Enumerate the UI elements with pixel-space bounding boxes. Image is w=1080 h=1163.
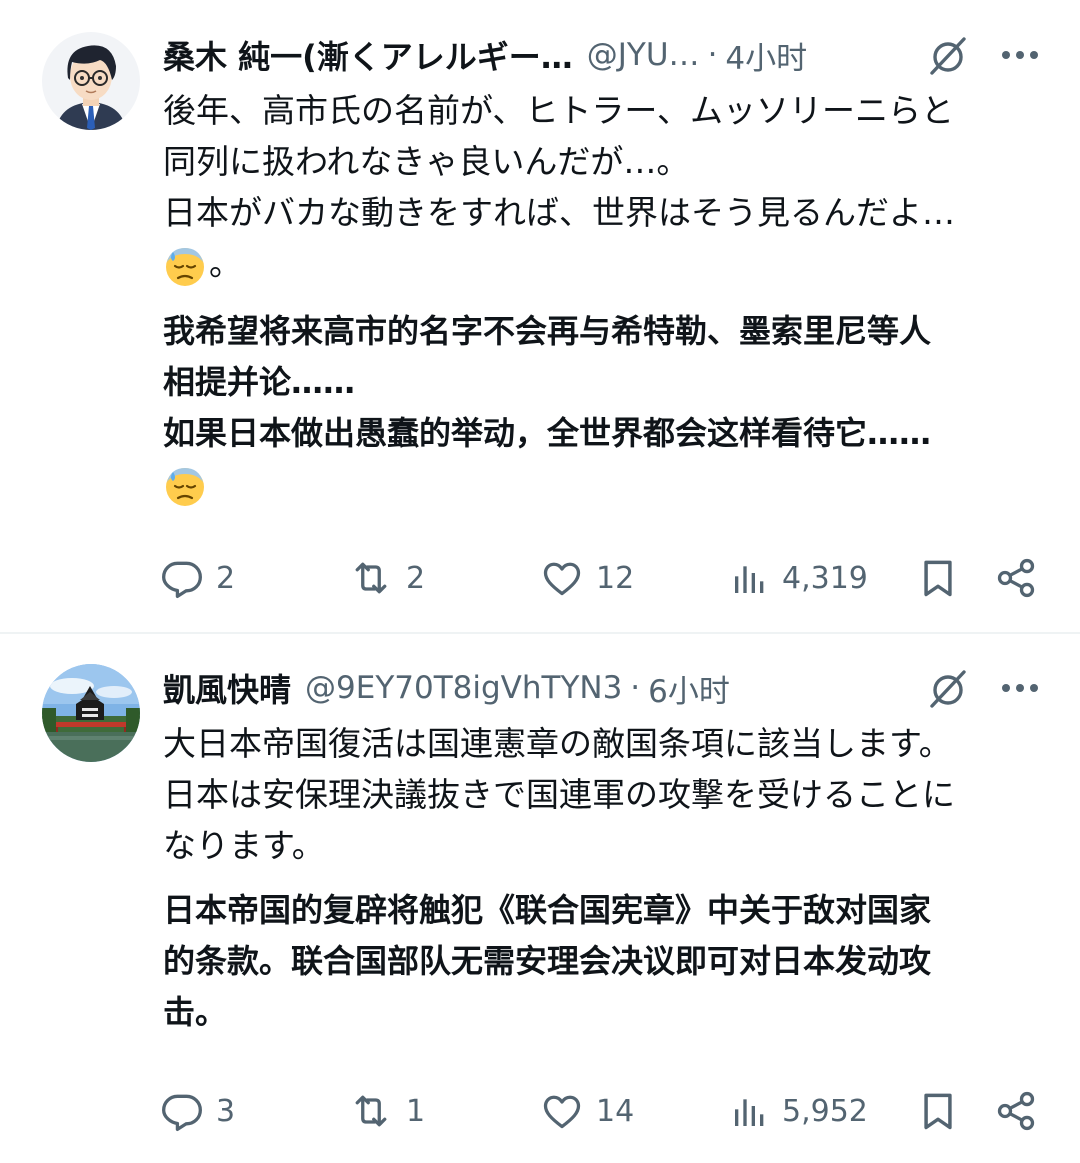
- avatar-image: [42, 32, 140, 130]
- tweet-text: 後年、高市氏の名前が、ヒトラー、ムッソリーニらと 同列に扱われなきゃ良いんだが……: [163, 85, 1053, 289]
- grok-icon[interactable]: [926, 33, 970, 77]
- share-button[interactable]: [994, 556, 1038, 600]
- reply-icon: [162, 561, 202, 598]
- avatar[interactable]: [42, 664, 140, 762]
- like-button[interactable]: 14: [540, 1089, 634, 1133]
- repost-button[interactable]: 2: [348, 556, 425, 600]
- views-button[interactable]: 4,319: [730, 558, 868, 598]
- views-count: 4,319: [782, 560, 868, 596]
- repost-icon: [355, 1095, 387, 1127]
- tweet-translation: 我希望将来高市的名字不会再与希特勒、墨索里尼等人 相提并论…… 如果日本做出愚蠢…: [163, 306, 1053, 510]
- avatar-image: [42, 664, 140, 762]
- reply-button[interactable]: 2: [160, 556, 235, 600]
- translation-line: 我希望将来高市的名字不会再与希特勒、墨索里尼等人: [163, 312, 932, 350]
- tweet-text: 大日本帝国復活は国連憲章の敵国条項に該当します。 日本は安保理決議抜きで国連軍の…: [163, 718, 1053, 871]
- text-line-emoji: 。: [163, 238, 1053, 289]
- timestamp[interactable]: 4小时: [725, 33, 807, 78]
- views-icon: [735, 1099, 764, 1126]
- author-name[interactable]: 凱風快晴: [163, 665, 291, 711]
- reply-button[interactable]: 3: [160, 1089, 235, 1133]
- author-handle[interactable]: @9EY70T8igVhTYN3: [305, 670, 622, 706]
- like-count: 14: [596, 1093, 635, 1129]
- share-icon: [997, 1091, 1035, 1131]
- tweet-header: 桑木 純一(漸くアレルギー… @JYU… · 4小时: [163, 30, 1060, 80]
- downcast-face-with-sweat-emoji: [163, 244, 207, 288]
- like-count: 12: [596, 560, 635, 596]
- repost-count: 1: [406, 1093, 426, 1129]
- repost-button[interactable]: 1: [348, 1089, 425, 1133]
- translation-line-emoji: [163, 459, 1053, 510]
- author-handle[interactable]: @JYU…: [587, 37, 700, 73]
- like-icon: [543, 562, 581, 596]
- translation-line: 的条款。联合国部队无需安理会决议即可对日本发动攻: [163, 942, 932, 980]
- text-line: 日本がバカな動きをすれば、世界はそう見るんだよ…: [163, 193, 955, 232]
- repost-count: 2: [406, 560, 426, 596]
- author-name[interactable]: 桑木 純一(漸くアレルギー…: [163, 32, 573, 78]
- share-icon: [997, 558, 1035, 598]
- bookmark-button[interactable]: [916, 1089, 960, 1133]
- grok-icon[interactable]: [926, 666, 970, 710]
- views-button[interactable]: 5,952: [730, 1091, 868, 1131]
- timestamp[interactable]: 6小时: [648, 666, 730, 711]
- repost-icon: [355, 562, 387, 594]
- bookmark-button[interactable]: [916, 556, 960, 600]
- more-icon[interactable]: [1000, 682, 1040, 694]
- tweet-translation: 日本帝国的复辟将触犯《联合国宪章》中关于敌对国家 的条款。联合国部队无需安理会决…: [163, 885, 1053, 1038]
- like-icon: [543, 1095, 581, 1129]
- tweet-header: 凱風快晴 @9EY70T8igVhTYN3 · 6小时: [163, 663, 1060, 713]
- views-icon: [735, 566, 764, 593]
- separator-dot: ·: [630, 670, 641, 706]
- tweet-actions: 3 1 14 5,952: [160, 1086, 1040, 1136]
- text-line: 同列に扱われなきゃ良いんだが…。: [163, 142, 690, 181]
- tweet-2[interactable]: 凱風快晴 @9EY70T8igVhTYN3 · 6小时 大日本帝国復活は国連憲章…: [0, 634, 1080, 1163]
- text-tail: 。: [209, 244, 242, 283]
- translation-line: 相提并论……: [163, 363, 356, 401]
- avatar[interactable]: [42, 32, 140, 130]
- text-line: 後年、高市氏の名前が、ヒトラー、ムッソリーニらと: [163, 91, 955, 130]
- text-line: 大日本帝国復活は国連憲章の敵国条項に該当します。: [163, 724, 952, 763]
- translation-line: 如果日本做出愚蠢的举动，全世界都会这样看待它……: [163, 414, 932, 452]
- downcast-face-with-sweat-emoji: [163, 464, 207, 508]
- reply-count: 2: [216, 560, 236, 596]
- translation-line: 击。: [163, 993, 228, 1031]
- like-button[interactable]: 12: [540, 556, 634, 600]
- reply-count: 3: [216, 1093, 236, 1129]
- more-icon[interactable]: [1000, 49, 1040, 61]
- text-line: 日本は安保理決議抜きで国連軍の攻撃を受けることに: [163, 775, 955, 814]
- bookmark-icon: [924, 1093, 952, 1130]
- reply-icon: [162, 1094, 202, 1131]
- tweet-1[interactable]: 桑木 純一(漸くアレルギー… @JYU… · 4小时 後年、高市氏の名前が、ヒト…: [0, 0, 1080, 632]
- tweet-actions: 2 2 12 4,319: [160, 553, 1040, 603]
- separator-dot: ·: [707, 37, 718, 73]
- bookmark-icon: [924, 560, 952, 597]
- share-button[interactable]: [994, 1089, 1038, 1133]
- text-line: なります。: [163, 826, 325, 865]
- translation-line: 日本帝国的复辟将触犯《联合国宪章》中关于敌对国家: [163, 891, 932, 929]
- views-count: 5,952: [782, 1093, 868, 1129]
